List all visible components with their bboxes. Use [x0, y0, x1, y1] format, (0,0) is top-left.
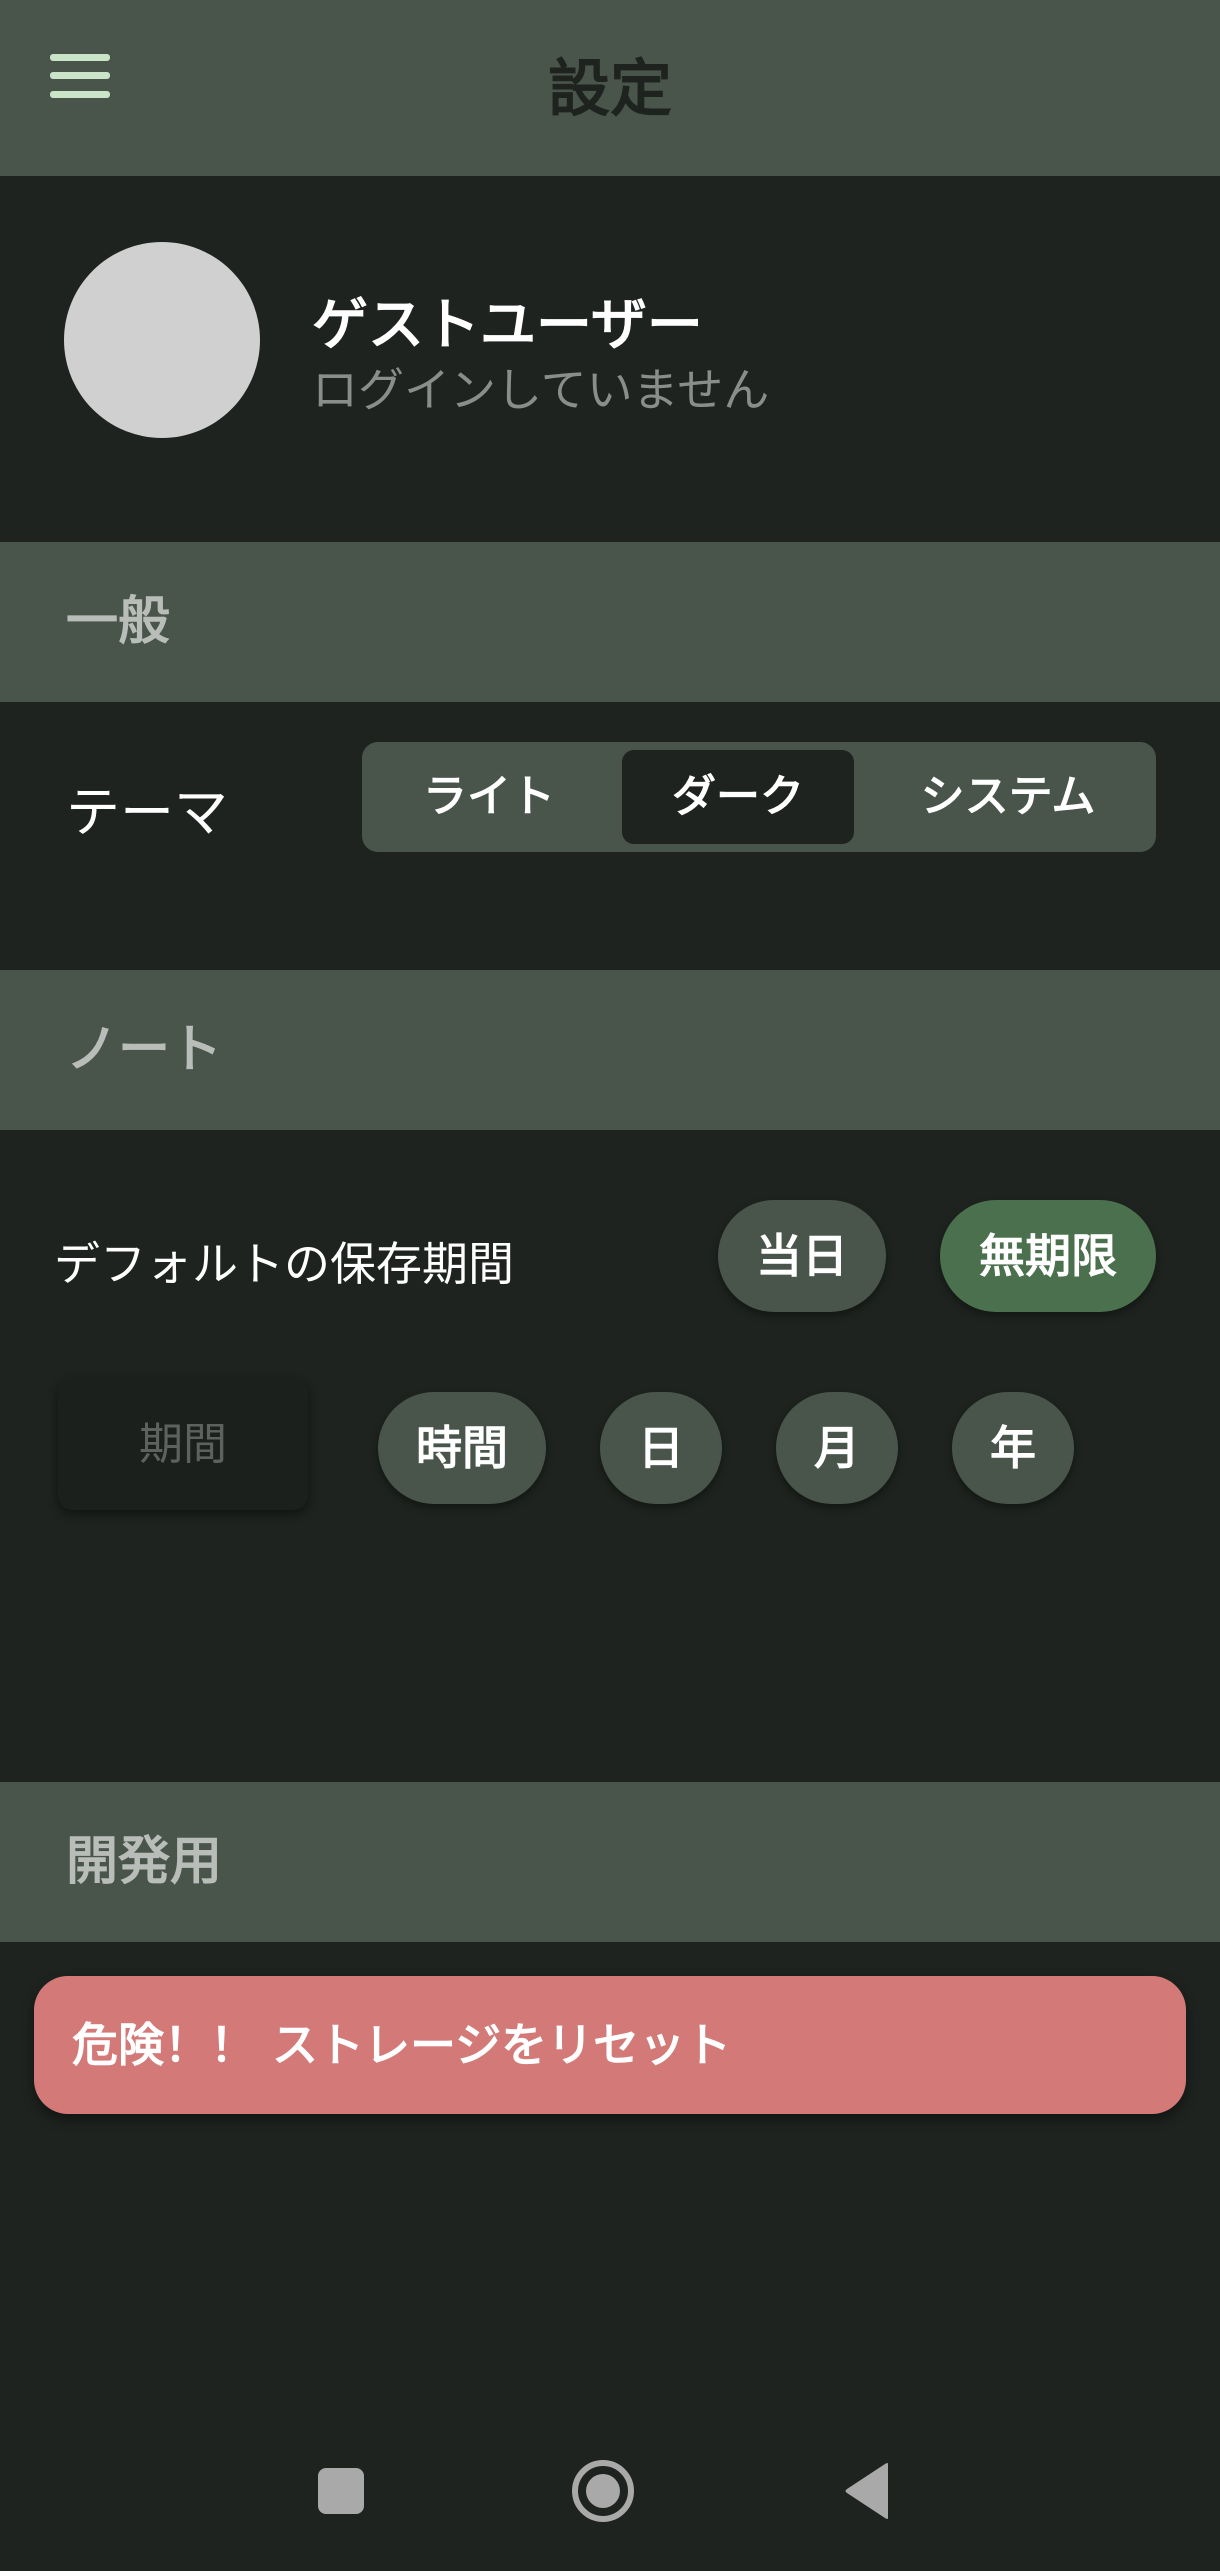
section-header-notes: ノート: [0, 970, 1220, 1130]
section-title-dev: 開発用: [66, 1832, 223, 1892]
theme-option-dark[interactable]: ダーク: [622, 750, 854, 844]
reset-storage-label: 危険！！ ストレージをリセット: [72, 2018, 732, 2072]
section-header-general: 一般: [0, 542, 1220, 702]
theme-label: テーマ: [66, 781, 228, 844]
app-bar: 設定: [0, 0, 1220, 176]
reset-storage-button[interactable]: 危険！！ ストレージをリセット: [34, 1976, 1186, 2114]
home-icon[interactable]: [571, 2459, 635, 2523]
retention-option-today[interactable]: 当日: [718, 1200, 886, 1312]
theme-option-light[interactable]: ライト: [362, 750, 616, 844]
unit-option-month[interactable]: 月: [776, 1392, 898, 1504]
period-input[interactable]: [58, 1378, 308, 1510]
retention-label: デフォルトの保存期間: [54, 1237, 514, 1291]
section-title-general: 一般: [66, 592, 171, 652]
recents-icon[interactable]: [318, 2468, 364, 2514]
unit-option-day[interactable]: 日: [600, 1392, 722, 1504]
page-title: 設定: [547, 52, 672, 125]
section-header-dev: 開発用: [0, 1782, 1220, 1942]
back-icon[interactable]: [844, 2462, 890, 2520]
theme-option-system[interactable]: システム: [860, 750, 1156, 844]
user-name: ゲストユーザー: [312, 293, 703, 358]
section-title-notes: ノート: [66, 1020, 223, 1080]
login-status: ログインしていません: [312, 363, 770, 417]
avatar[interactable]: [64, 242, 260, 438]
unit-option-hour[interactable]: 時間: [378, 1392, 546, 1504]
unit-option-year[interactable]: 年: [952, 1392, 1074, 1504]
theme-selector: ライト ダーク システム: [362, 742, 1156, 852]
retention-option-forever[interactable]: 無期限: [940, 1200, 1156, 1312]
